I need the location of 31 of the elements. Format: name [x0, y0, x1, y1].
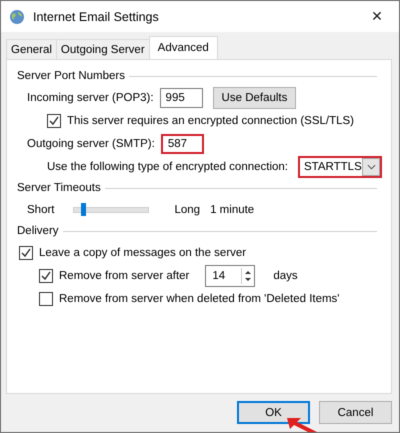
group-heading: Delivery	[17, 225, 59, 237]
field-label: Outgoing server (SMTP):	[27, 138, 155, 150]
checkbox[interactable]	[19, 246, 33, 260]
globe-icon	[9, 8, 25, 24]
tab[interactable]: Advanced	[148, 36, 218, 59]
close-button[interactable]: ✕	[355, 1, 399, 32]
port-field[interactable]: 995	[160, 88, 203, 108]
tab[interactable]: General	[6, 39, 57, 59]
checkbox-label: Leave a copy of messages on the server	[39, 246, 246, 258]
checkbox[interactable]	[39, 268, 53, 282]
dialog-button[interactable]: Cancel	[319, 401, 392, 424]
field-label: Use the following type of encrypted connection:	[47, 160, 288, 172]
checkbox[interactable]	[39, 292, 53, 306]
dropdown-caret-icon	[366, 164, 376, 170]
use-defaults-button[interactable]: Use Defaults	[212, 86, 296, 108]
checkbox-label: This server requires an encrypted connection (SSL/TLS)	[67, 114, 354, 126]
encryption-dropdown[interactable]: STARTTLS	[298, 156, 382, 178]
group-heading: Server Port Numbers	[17, 70, 126, 82]
field-label: Incoming server (POP3):	[27, 92, 154, 104]
group-heading: Server Timeouts	[17, 182, 101, 194]
unit-label: days	[273, 270, 298, 282]
days-spinner[interactable]: 14	[205, 264, 256, 286]
slider-label: Short	[27, 204, 54, 216]
timeout-value: 1 minute	[210, 204, 254, 216]
checkbox-label: Remove from server when deleted from 'Deleted Items'	[59, 292, 340, 304]
slider-label: Long	[174, 204, 200, 216]
checkbox[interactable]	[47, 114, 61, 128]
dialog-button[interactable]: OK	[237, 401, 310, 424]
port-field[interactable]: 587	[160, 134, 204, 154]
window-title: Internet Email Settings	[33, 10, 159, 24]
checkbox-label: Remove from server after	[59, 270, 190, 282]
